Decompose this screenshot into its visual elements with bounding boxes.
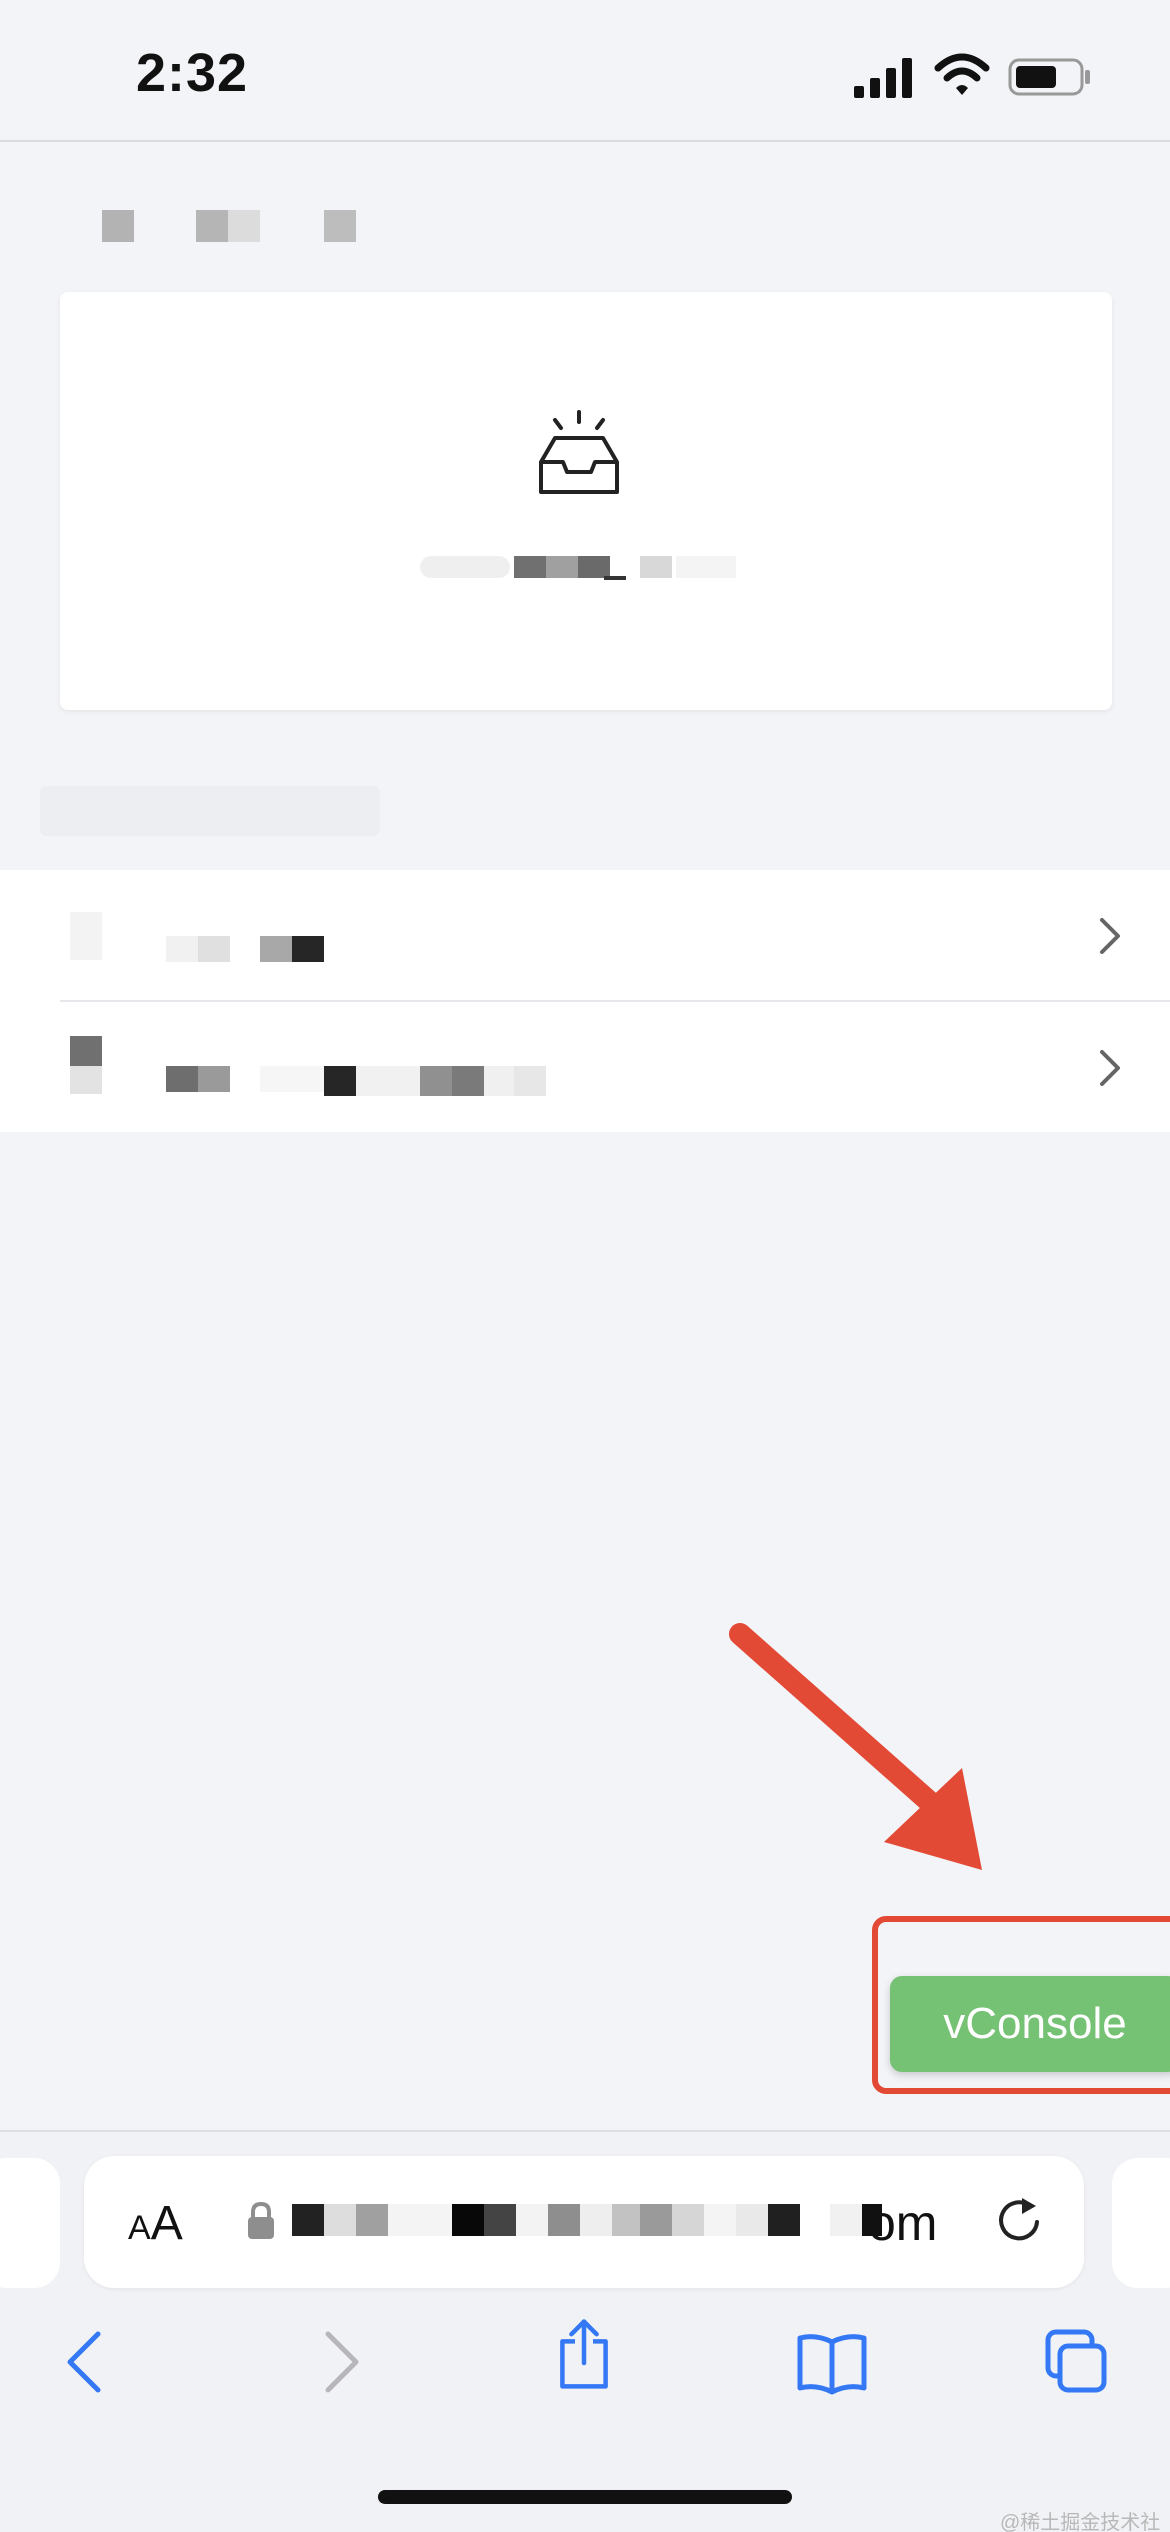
chevron-right-icon [1100, 1050, 1120, 1086]
bookmarks-icon[interactable] [796, 2326, 868, 2398]
previous-tab-pill[interactable] [0, 2158, 60, 2288]
wifi-icon [934, 53, 990, 95]
battery-icon [1008, 58, 1090, 96]
annotation-arrow-icon [729, 1623, 982, 1870]
vconsole-button[interactable]: vConsole [890, 1976, 1170, 2072]
forward-icon[interactable] [306, 2326, 370, 2398]
next-tab-pill[interactable] [1112, 2158, 1170, 2288]
home-indicator [378, 2490, 792, 2504]
empty-state-card [60, 292, 1112, 710]
lock-icon [248, 2201, 274, 2239]
top-divider [0, 140, 1170, 142]
watermark: @稀土掘金技术社区 [1000, 2512, 1161, 2532]
back-icon[interactable] [56, 2326, 120, 2398]
text-size-button[interactable]: AA [128, 2196, 183, 2251]
url-text: om [868, 2195, 938, 2251]
list-divider [60, 1000, 1170, 1002]
reload-icon[interactable] [994, 2192, 1044, 2248]
status-time: 2:32 [136, 43, 249, 103]
inbox-icon [539, 410, 619, 494]
share-icon[interactable] [552, 2318, 616, 2390]
chevron-right-icon [1100, 918, 1120, 954]
cellular-signal-icon [854, 58, 912, 98]
tabs-icon[interactable] [1044, 2326, 1108, 2398]
